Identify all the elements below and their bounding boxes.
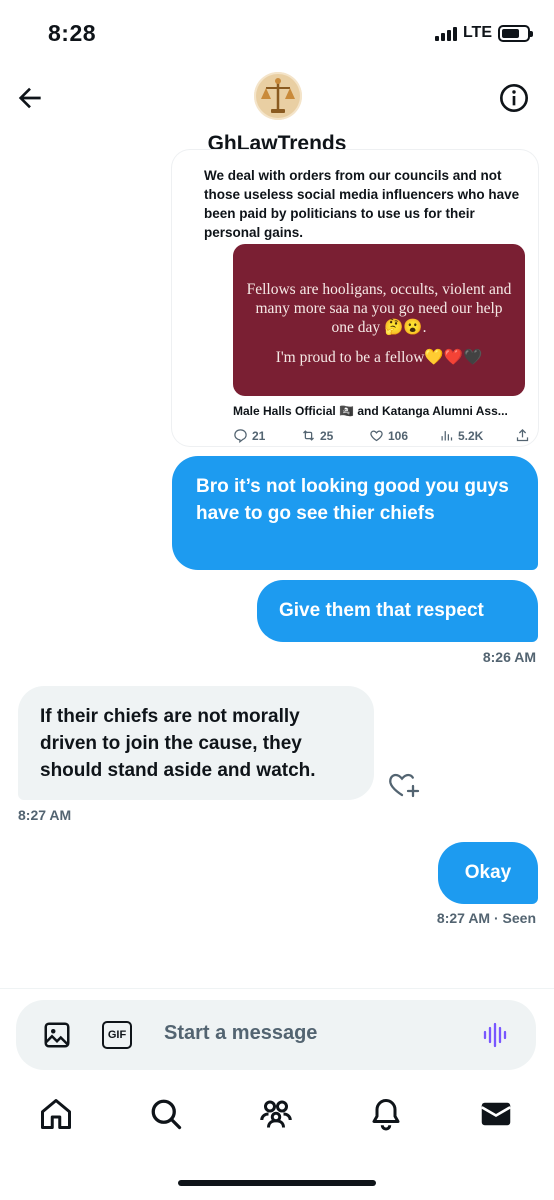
- status-indicators: LTE: [434, 24, 533, 42]
- reply-count: 21: [252, 428, 266, 443]
- info-icon[interactable]: [498, 82, 530, 114]
- justice-scale-avatar-icon: [254, 72, 302, 120]
- message-timestamp: 8:27 AM: [18, 807, 72, 823]
- bottom-nav: [0, 1090, 554, 1150]
- like-count: 106: [388, 428, 409, 443]
- message-bubble-received[interactable]: If their chiefs are not morally driven t…: [18, 686, 374, 800]
- status-time: 8:28: [48, 20, 97, 46]
- messages-icon[interactable]: [478, 1096, 514, 1132]
- status-bar: 8:28 LTE: [0, 0, 554, 62]
- heart-icon: [370, 430, 383, 442]
- repost-count: 25: [320, 428, 334, 443]
- message-bubble-sent[interactable]: Okay: [438, 842, 538, 904]
- tweet-image[interactable]: Fellows are hooligans, occults, violent …: [233, 244, 525, 396]
- share-icon[interactable]: [515, 428, 530, 443]
- back-arrow-icon[interactable]: [14, 82, 46, 114]
- home-icon[interactable]: [38, 1096, 74, 1132]
- like-stat[interactable]: 106: [369, 428, 439, 443]
- avatar[interactable]: [254, 72, 302, 120]
- gif-button[interactable]: GIF: [102, 1021, 132, 1049]
- views-icon: [441, 431, 453, 441]
- seen-status: · Seen: [493, 910, 536, 926]
- home-indicator: [178, 1180, 376, 1186]
- communities-icon[interactable]: [258, 1096, 294, 1132]
- reply-icon: [234, 429, 247, 443]
- message-input[interactable]: Start a message: [164, 1022, 317, 1045]
- tweet-image-text-2: I'm proud to be a fellow💛❤️🖤: [275, 349, 483, 366]
- notifications-icon[interactable]: [368, 1096, 404, 1132]
- add-reaction-icon[interactable]: [388, 770, 420, 800]
- repost-stat[interactable]: 25: [301, 428, 369, 443]
- views-count: 5.2K: [458, 428, 484, 443]
- network-type: LTE: [462, 24, 492, 41]
- reply-stat[interactable]: 21: [233, 428, 301, 443]
- shared-tweet-card[interactable]: We deal with orders from our councils an…: [172, 150, 538, 446]
- message-meta: 8:27 AM · Seen: [396, 910, 536, 926]
- tweet-image-text-1: Fellows are hooligans, occults, violent …: [246, 281, 512, 336]
- voice-message-icon[interactable]: [480, 1020, 510, 1050]
- tweet-stats: 21 25 106 5.2K: [233, 428, 533, 443]
- tweet-author-line: Male Halls Official 🏴‍☠️ and Katanga Alu…: [233, 404, 508, 418]
- message-bubble-sent[interactable]: Bro it’s not looking good you guys have …: [172, 456, 538, 570]
- message-bubble-sent[interactable]: Give them that respect: [257, 580, 538, 642]
- repost-icon: [303, 430, 314, 441]
- battery-icon: [498, 24, 533, 42]
- message-timestamp: 8:27 AM: [436, 910, 491, 926]
- views-stat[interactable]: 5.2K: [439, 428, 515, 443]
- signal-icon: [434, 25, 457, 41]
- image-icon[interactable]: [42, 1020, 72, 1050]
- message-composer[interactable]: GIF Start a message: [16, 1000, 536, 1070]
- tweet-text: We deal with orders from our councils an…: [204, 168, 520, 240]
- search-icon[interactable]: [148, 1096, 184, 1132]
- message-timestamp: 8:26 AM: [482, 649, 536, 665]
- divider: [0, 988, 554, 989]
